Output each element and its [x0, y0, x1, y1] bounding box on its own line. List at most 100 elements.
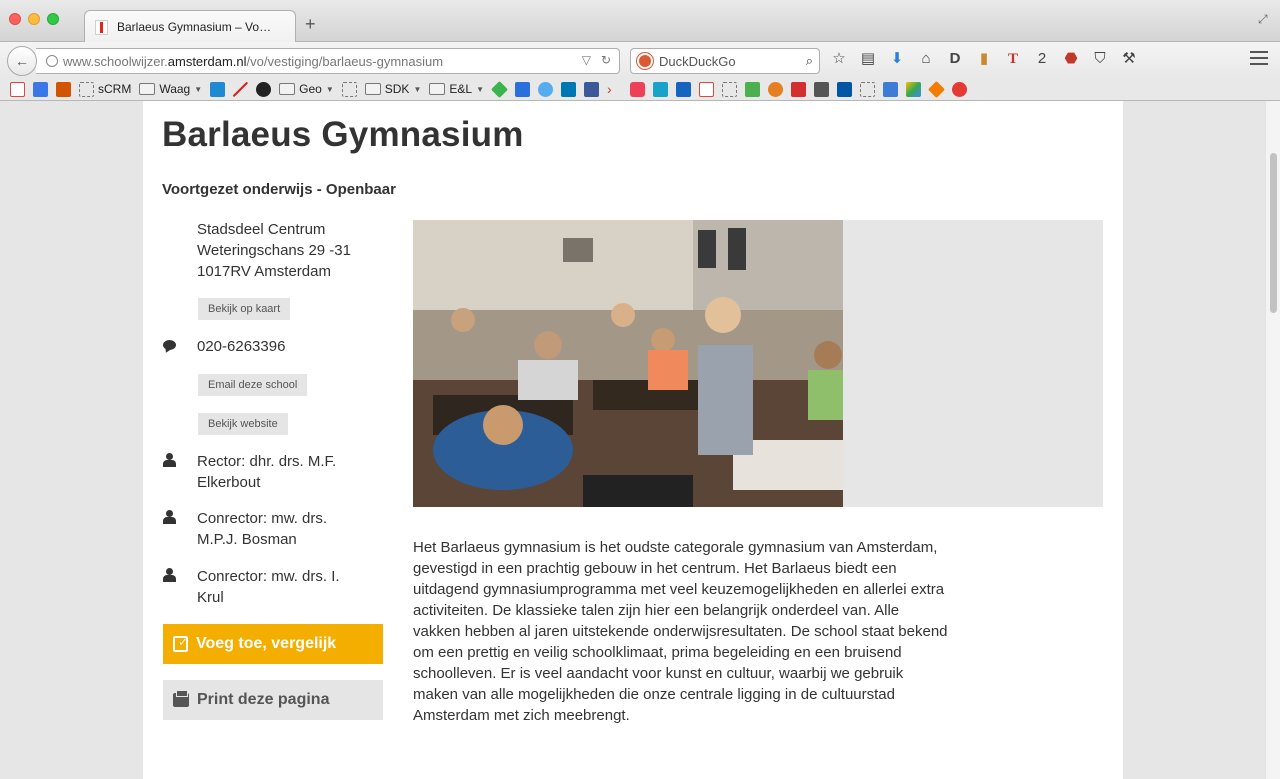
bookmark-folder-sdk[interactable]: SDK ▼: [364, 82, 422, 96]
bookmark-folder-waag[interactable]: Waag ▼: [139, 82, 202, 96]
staff-rector: Rector: dhr. drs. M.F. Elkerbout: [197, 453, 337, 491]
afas-icon: [836, 81, 852, 97]
school-page: Barlaeus Gymnasium Voortgezet onderwijs …: [143, 101, 1123, 779]
dotted2-bookmark[interactable]: [859, 81, 875, 97]
tools-wrench-icon[interactable]: ⚒: [1120, 50, 1138, 68]
dog-bookmark[interactable]: [813, 81, 829, 97]
navigation-bar: www.schoolwijzer.amsterdam.nl/vo/vestigi…: [0, 42, 1280, 78]
person-icon: [162, 568, 178, 584]
notebook-icon[interactable]: ▮: [975, 50, 993, 68]
folder-icon: [429, 83, 446, 95]
gmail-bookmark[interactable]: [10, 81, 25, 97]
search-bar[interactable]: DuckDuckGo ⌕: [630, 48, 820, 74]
bookmark-star-icon[interactable]: ☆: [830, 50, 848, 68]
toolbar-icons: ☆ ▤ ⬇ ⌂ D ▮ T 2 ⬣ ⛉ ⚒: [830, 50, 1138, 68]
tomato-bookmark[interactable]: [951, 81, 967, 97]
folder-icon: [279, 83, 296, 95]
orange-diamond-icon: [927, 80, 945, 98]
green-diamond-icon: [490, 80, 508, 98]
dotted-box-icon: [79, 81, 94, 97]
staff-conrector-1: Conrector: mw. drs. M.P.J. Bosman: [197, 510, 328, 548]
back-arrow-icon: ←: [15, 53, 29, 69]
arrow-bookmark[interactable]: ›: [606, 80, 622, 97]
print-page-button[interactable]: Print deze pagina: [163, 680, 383, 720]
email-school-button[interactable]: Email deze school: [198, 374, 308, 396]
caret-down-icon: ▼: [476, 84, 484, 94]
url-dropdown-icon[interactable]: ▽: [582, 53, 591, 67]
h-bookmark[interactable]: [56, 81, 71, 97]
download-icon[interactable]: ⬇: [888, 50, 906, 68]
bookmarks-bar: sCRM Waag ▼ Geo ▼ SDK ▼ E&L ▼ ›: [0, 78, 1280, 101]
zoom-window-button[interactable]: [47, 13, 59, 25]
dotted-plus-bookmark[interactable]: [721, 81, 737, 97]
orange-bookmark[interactable]: [927, 80, 945, 98]
bookmark-scrm[interactable]: sCRM: [79, 81, 131, 97]
fullscreen-icon[interactable]: ⤢: [1258, 12, 1270, 26]
home-icon[interactable]: ⌂: [917, 50, 935, 68]
cyan-bookmark[interactable]: [652, 81, 668, 97]
view-on-map-button[interactable]: Bekijk op kaart: [198, 298, 291, 320]
browser-tab[interactable]: Barlaeus Gymnasium – Vo…: [84, 10, 296, 43]
twitter-icon: [537, 81, 553, 97]
linkedin-bookmark[interactable]: [560, 81, 576, 97]
gmail-icon: [10, 81, 25, 97]
afas-bookmark[interactable]: [836, 81, 852, 97]
back-button[interactable]: ←: [7, 46, 37, 76]
blue-bookmark[interactable]: [514, 81, 530, 97]
gmail-icon: [698, 81, 714, 97]
green-bookmark[interactable]: [490, 80, 508, 98]
search-icon[interactable]: ⌕: [806, 53, 813, 69]
minimize-window-button[interactable]: [28, 13, 40, 25]
broom-bookmark[interactable]: [767, 81, 783, 97]
tab-title: Barlaeus Gymnasium – Vo…: [117, 20, 272, 34]
counter-icon[interactable]: 2: [1033, 50, 1051, 68]
person-icon: [162, 510, 178, 526]
drive-bookmark[interactable]: [905, 81, 921, 97]
squirrel-bookmark[interactable]: [790, 81, 806, 97]
dotted-bookmark[interactable]: [341, 81, 357, 97]
bookmark-folder-geo[interactable]: Geo ▼: [279, 82, 334, 96]
red-slash-icon: [233, 81, 249, 97]
phone-number[interactable]: 020-6263396: [197, 336, 285, 357]
person-icon: [162, 453, 178, 469]
close-window-button[interactable]: [9, 13, 21, 25]
photo-panel: [413, 220, 1103, 507]
red-arrow-icon: ›: [606, 80, 612, 97]
caret-down-icon: ▼: [413, 84, 422, 94]
url-bar[interactable]: www.schoolwijzer.amsterdam.nl/vo/vestigi…: [36, 48, 620, 74]
folder-icon: [364, 83, 381, 95]
hamburger-menu-icon[interactable]: [1250, 51, 1268, 69]
gmail2-bookmark[interactable]: [698, 81, 714, 97]
reading-list-icon[interactable]: ▤: [859, 50, 877, 68]
d-extension-icon[interactable]: D: [946, 50, 964, 68]
squirrel-icon: [790, 81, 806, 97]
circle-bookmark[interactable]: [256, 81, 272, 97]
duckduckgo-icon: [637, 53, 653, 69]
new-tab-plus-icon[interactable]: +: [305, 14, 316, 35]
slash-bookmark[interactable]: [233, 81, 249, 97]
google-drive-icon: [905, 81, 921, 97]
url-text[interactable]: www.schoolwijzer.amsterdam.nl/vo/vestigi…: [63, 54, 443, 69]
view-website-button[interactable]: Bekijk website: [198, 413, 288, 435]
add-compare-button[interactable]: Voeg toe, vergelijk: [163, 624, 383, 664]
pocket-icon[interactable]: ⛉: [1091, 50, 1109, 68]
runner-bookmark[interactable]: [675, 81, 691, 97]
reload-icon[interactable]: ↻: [601, 53, 611, 67]
cyan-square-icon: [652, 81, 668, 97]
z-bookmark[interactable]: [210, 81, 226, 97]
bookmark-folder-el[interactable]: E&L ▼: [429, 82, 484, 96]
staff-conrector-2: Conrector: mw. drs. I. Krul: [197, 568, 340, 606]
calendar-bookmark[interactable]: [33, 81, 48, 97]
font-t-icon[interactable]: T: [1004, 50, 1022, 68]
maps-bookmark[interactable]: [744, 81, 760, 97]
twitter-bookmark[interactable]: [537, 81, 553, 97]
scrollbar-thumb[interactable]: [1270, 153, 1277, 313]
pocket-bookmark[interactable]: [629, 81, 645, 97]
blue-slash-bookmark[interactable]: [882, 81, 898, 97]
facebook-bookmark[interactable]: [583, 81, 599, 97]
address-postal-city: 1017RV Amsterdam: [197, 263, 331, 280]
facebook-icon: [583, 81, 599, 97]
globe-icon: [46, 55, 58, 67]
page-scrollbar[interactable]: [1265, 101, 1280, 779]
adblock-icon[interactable]: ⬣: [1062, 50, 1080, 68]
